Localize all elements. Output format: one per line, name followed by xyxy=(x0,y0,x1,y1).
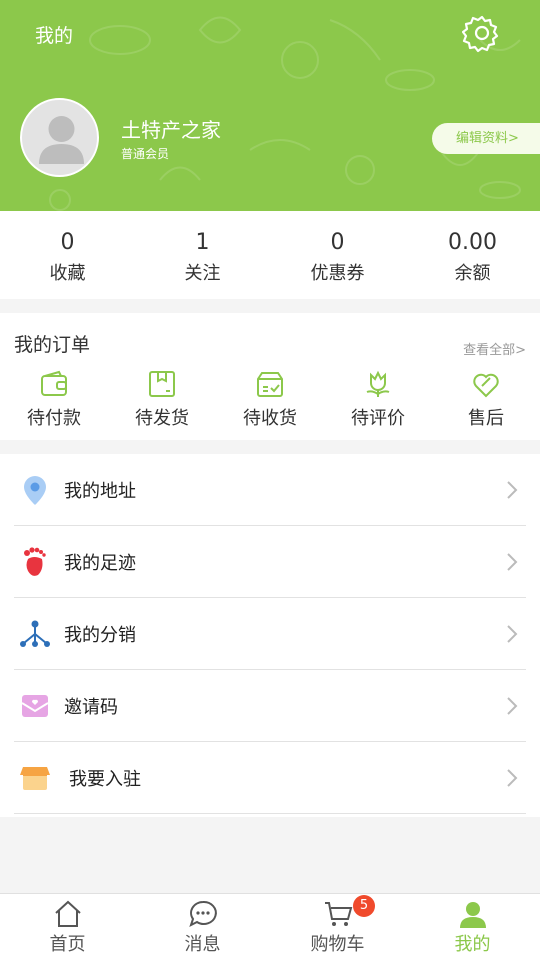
user-name: 土特产之家 xyxy=(121,118,221,142)
stat-value: 0 xyxy=(60,230,75,255)
footprint-icon xyxy=(24,546,46,576)
package-icon xyxy=(149,371,175,397)
stat-label: 关注 xyxy=(184,263,221,284)
menu-item-label: 邀请码 xyxy=(64,696,118,718)
chevron-right-icon xyxy=(507,768,518,787)
user-icon xyxy=(459,902,486,928)
my-orders-section: 我的订单 查看全部> 待付款 待发货 待收货 待评价 售后 xyxy=(0,313,540,440)
profile-header: 我的 土特产之家 普通会员 编辑资料> xyxy=(0,0,540,211)
stat-coupons[interactable]: 0 优惠券 xyxy=(270,211,405,299)
heart-wrench-icon xyxy=(473,373,499,398)
cart-badge: 5 xyxy=(353,895,375,917)
menu-list: 我的地址 我的足迹 我的分销 邀请码 我要入驻 xyxy=(0,454,540,817)
delivery-box-icon xyxy=(257,372,283,397)
tab-label: 购物车 xyxy=(310,934,365,955)
stat-following[interactable]: 1 关注 xyxy=(135,211,270,299)
order-after-sales[interactable]: 售后 xyxy=(432,369,540,430)
order-label: 售后 xyxy=(468,408,504,429)
stat-label: 余额 xyxy=(454,263,491,284)
page-title: 我的 xyxy=(35,25,74,47)
chevron-right-icon xyxy=(507,696,518,715)
edit-profile-button[interactable]: 编辑资料> xyxy=(432,123,540,154)
order-label: 待评价 xyxy=(351,408,405,429)
home-icon xyxy=(54,900,81,927)
menu-item-merchant-join[interactable]: 我要入驻 xyxy=(14,742,526,814)
chevron-right-icon xyxy=(507,624,518,643)
bottom-tab-bar: 首页 消息 购物车 我的 xyxy=(0,893,540,960)
order-pending-payment[interactable]: 待付款 xyxy=(0,369,108,430)
menu-item-footprints[interactable]: 我的足迹 xyxy=(14,526,526,598)
message-icon xyxy=(188,900,217,927)
tab-label: 首页 xyxy=(49,934,86,955)
menu-item-address[interactable]: 我的地址 xyxy=(14,454,526,526)
menu-item-label: 我的分销 xyxy=(64,624,136,646)
menu-item-invite-code[interactable]: 邀请码 xyxy=(14,670,526,742)
stat-value: 0.00 xyxy=(448,230,497,255)
chevron-right-icon xyxy=(507,480,518,499)
stat-favorites[interactable]: 0 收藏 xyxy=(0,211,135,299)
order-label: 待收货 xyxy=(243,408,297,429)
stats-bar: 0 收藏 1 关注 0 优惠券 0.00 余额 xyxy=(0,211,540,299)
location-pin-icon xyxy=(24,475,46,505)
network-icon xyxy=(20,620,50,647)
order-pending-review[interactable]: 待评价 xyxy=(324,369,432,430)
avatar[interactable] xyxy=(20,98,99,177)
order-label: 待付款 xyxy=(27,408,81,429)
flower-icon xyxy=(366,370,390,397)
order-pending-receipt[interactable]: 待收货 xyxy=(216,369,324,430)
stat-value: 0 xyxy=(330,230,345,255)
stat-balance[interactable]: 0.00 余额 xyxy=(405,211,540,299)
order-pending-shipment[interactable]: 待发货 xyxy=(108,369,216,430)
stat-label: 收藏 xyxy=(49,263,86,284)
tab-mine[interactable]: 我的 xyxy=(405,894,540,960)
wallet-icon xyxy=(41,370,67,396)
orders-title: 我的订单 xyxy=(14,334,91,356)
stat-label: 优惠券 xyxy=(310,263,365,284)
chevron-right-icon xyxy=(507,552,518,571)
envelope-icon xyxy=(21,694,49,717)
tab-cart[interactable]: 购物车 xyxy=(270,894,405,960)
stat-value: 1 xyxy=(195,230,210,255)
view-all-orders-link[interactable]: 查看全部> xyxy=(463,339,526,358)
cart-icon xyxy=(324,902,352,926)
menu-item-distribution[interactable]: 我的分销 xyxy=(14,598,526,670)
order-label: 待发货 xyxy=(135,408,189,429)
member-level: 普通会员 xyxy=(121,147,170,161)
menu-item-label: 我的地址 xyxy=(64,480,136,502)
tab-messages[interactable]: 消息 xyxy=(135,894,270,960)
shop-icon xyxy=(20,766,50,790)
menu-item-label: 我的足迹 xyxy=(64,552,136,574)
tab-label: 消息 xyxy=(184,934,221,955)
menu-item-label: 我要入驻 xyxy=(69,768,141,790)
tab-home[interactable]: 首页 xyxy=(0,894,135,960)
tab-label: 我的 xyxy=(454,934,491,955)
gear-icon[interactable] xyxy=(462,13,502,53)
